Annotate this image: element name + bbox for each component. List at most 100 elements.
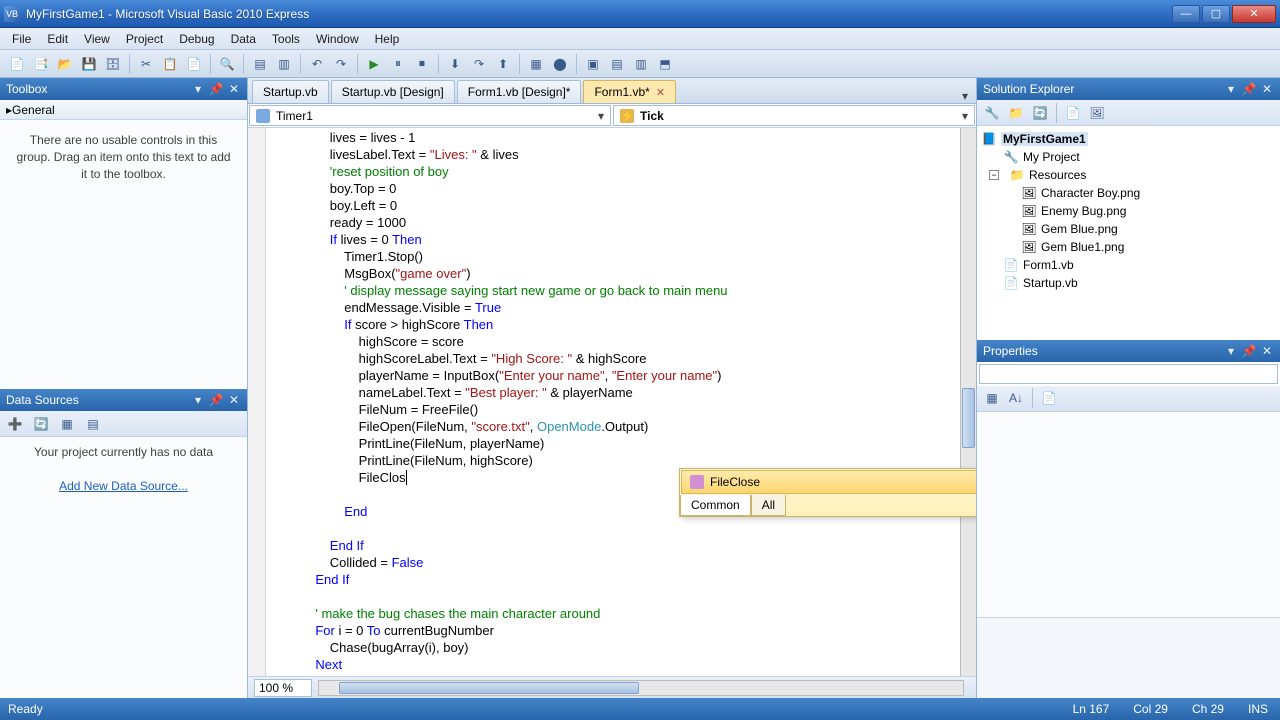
ds-icon-4[interactable]: ▤ xyxy=(82,413,104,435)
redo-icon[interactable]: ↷ xyxy=(330,53,352,75)
folder-icon: 📁 xyxy=(1009,167,1025,183)
close-icon[interactable]: ✕ xyxy=(1260,344,1274,358)
breakpoints-icon[interactable]: ⬤ xyxy=(549,53,571,75)
resource-item[interactable]: 🖼Character Boy.png xyxy=(981,184,1276,202)
undo-icon[interactable]: ↶ xyxy=(306,53,328,75)
ext1-icon[interactable]: ▣ xyxy=(582,53,604,75)
dropdown-icon[interactable]: ▾ xyxy=(191,393,205,407)
add-datasource-link[interactable]: Add New Data Source... xyxy=(8,479,239,493)
class-dropdown[interactable]: Timer1▾ xyxy=(249,105,611,126)
menu-data[interactable]: Data xyxy=(223,29,264,49)
resource-item[interactable]: 🖼Gem Blue1.png xyxy=(981,238,1276,256)
paste-icon[interactable]: 📄 xyxy=(183,53,205,75)
pin-icon[interactable]: 📌 xyxy=(209,82,223,96)
immediate-icon[interactable]: ▦ xyxy=(525,53,547,75)
file-node[interactable]: 📄Startup.vb xyxy=(981,274,1276,292)
file-node[interactable]: 📄Form1.vb xyxy=(981,256,1276,274)
categorized-icon[interactable]: ▦ xyxy=(981,387,1003,409)
code-editor[interactable]: lives = lives - 1 livesLabel.Text = "Liv… xyxy=(248,128,976,676)
save-all-icon[interactable]: 🗄 xyxy=(102,53,124,75)
intellisense-tab-all[interactable]: All xyxy=(751,495,786,516)
status-ins: INS xyxy=(1248,702,1268,716)
dropdown-icon[interactable]: ▾ xyxy=(1224,82,1238,96)
menu-help[interactable]: Help xyxy=(367,29,408,49)
add-datasource-icon[interactable]: ➕ xyxy=(4,413,26,435)
collapse-icon[interactable]: − xyxy=(989,170,999,180)
alphabetical-icon[interactable]: A↓ xyxy=(1005,387,1027,409)
save-icon[interactable]: 💾 xyxy=(78,53,100,75)
dropdown-icon[interactable]: ▾ xyxy=(191,82,205,96)
intellisense-tab-common[interactable]: Common xyxy=(680,495,751,516)
close-button[interactable]: ✕ xyxy=(1232,5,1276,23)
uncomment-icon[interactable]: ▥ xyxy=(273,53,295,75)
add-item-icon[interactable]: 📑 xyxy=(30,53,52,75)
menu-window[interactable]: Window xyxy=(308,29,367,49)
close-icon[interactable]: ✕ xyxy=(227,82,241,96)
close-icon[interactable]: ✕ xyxy=(1260,82,1274,96)
close-icon[interactable]: ✕ xyxy=(656,86,665,99)
menu-tools[interactable]: Tools xyxy=(264,29,308,49)
step-into-icon[interactable]: ⬇ xyxy=(444,53,466,75)
tab-dropdown-icon[interactable]: ▾ xyxy=(958,89,972,103)
close-icon[interactable]: ✕ xyxy=(227,393,241,407)
properties-grid[interactable] xyxy=(977,412,1280,619)
toolbox-general-group[interactable]: ▸ General xyxy=(0,100,247,120)
method-dropdown[interactable]: ⚡Tick▾ xyxy=(613,105,975,126)
refresh-icon[interactable]: 🔄 xyxy=(1029,102,1051,124)
ext2-icon[interactable]: ▤ xyxy=(606,53,628,75)
step-out-icon[interactable]: ⬆ xyxy=(492,53,514,75)
tab-startup-vb[interactable]: Startup.vb xyxy=(252,80,329,103)
intellisense-popup[interactable]: FileClose Common All xyxy=(679,468,976,517)
refresh-icon[interactable]: 🔄 xyxy=(30,413,52,435)
properties-icon[interactable]: 🔧 xyxy=(981,102,1003,124)
menu-file[interactable]: File xyxy=(4,29,39,49)
pin-icon[interactable]: 📌 xyxy=(1242,82,1256,96)
open-icon[interactable]: 📂 xyxy=(54,53,76,75)
start-debug-icon[interactable]: ▶ xyxy=(363,53,385,75)
break-icon[interactable]: ⏸ xyxy=(387,53,409,75)
resources-node[interactable]: −📁Resources xyxy=(981,166,1276,184)
vb-project-icon: 📘 xyxy=(981,131,997,147)
properties-object-dropdown[interactable] xyxy=(979,364,1278,384)
pin-icon[interactable]: 📌 xyxy=(1242,344,1256,358)
project-node[interactable]: 📘MyFirstGame1 xyxy=(981,130,1276,148)
view-code-icon[interactable]: 📄 xyxy=(1062,102,1084,124)
step-over-icon[interactable]: ↷ xyxy=(468,53,490,75)
view-designer-icon[interactable]: 🖼 xyxy=(1086,102,1108,124)
pin-icon[interactable]: 📌 xyxy=(209,393,223,407)
menu-project[interactable]: Project xyxy=(118,29,171,49)
maximize-button[interactable]: ▢ xyxy=(1202,5,1230,23)
toolbox-header: Toolbox ▾ 📌 ✕ xyxy=(0,78,247,100)
solution-explorer-title: Solution Explorer xyxy=(983,82,1074,96)
horizontal-scrollbar[interactable] xyxy=(318,680,964,696)
ext4-icon[interactable]: ⬒ xyxy=(654,53,676,75)
tab-form1-vb[interactable]: Form1.vb*✕ xyxy=(583,80,676,103)
status-ready: Ready xyxy=(8,702,43,716)
copy-icon[interactable]: 📋 xyxy=(159,53,181,75)
show-all-icon[interactable]: 📁 xyxy=(1005,102,1027,124)
minimize-button[interactable]: — xyxy=(1172,5,1200,23)
settings-icon: 🔧 xyxy=(1003,149,1019,165)
resource-item[interactable]: 🖼Enemy Bug.png xyxy=(981,202,1276,220)
menu-edit[interactable]: Edit xyxy=(39,29,76,49)
stop-icon[interactable]: ⏹ xyxy=(411,53,433,75)
ds-icon-3[interactable]: ▦ xyxy=(56,413,78,435)
dropdown-icon[interactable]: ▾ xyxy=(1224,344,1238,358)
intellisense-item[interactable]: FileClose xyxy=(681,470,976,494)
ext3-icon[interactable]: ▥ xyxy=(630,53,652,75)
my-project-node[interactable]: 🔧My Project xyxy=(981,148,1276,166)
property-pages-icon[interactable]: 📄 xyxy=(1038,387,1060,409)
menu-view[interactable]: View xyxy=(76,29,118,49)
find-icon[interactable]: 🔍 xyxy=(216,53,238,75)
status-line: Ln 167 xyxy=(1073,702,1110,716)
tab-form1-design[interactable]: Form1.vb [Design]* xyxy=(457,80,582,103)
zoom-dropdown[interactable]: 100 % xyxy=(254,679,312,697)
tab-startup-design[interactable]: Startup.vb [Design] xyxy=(331,80,455,103)
comment-icon[interactable]: ▤ xyxy=(249,53,271,75)
menu-debug[interactable]: Debug xyxy=(171,29,222,49)
cut-icon[interactable]: ✂ xyxy=(135,53,157,75)
solution-tree[interactable]: 📘MyFirstGame1 🔧My Project −📁Resources 🖼C… xyxy=(977,126,1280,340)
resource-item[interactable]: 🖼Gem Blue.png xyxy=(981,220,1276,238)
main-toolbar: 📄 📑 📂 💾 🗄 ✂ 📋 📄 🔍 ▤ ▥ ↶ ↷ ▶ ⏸ ⏹ ⬇ ↷ ⬆ ▦ … xyxy=(0,50,1280,78)
new-project-icon[interactable]: 📄 xyxy=(6,53,28,75)
